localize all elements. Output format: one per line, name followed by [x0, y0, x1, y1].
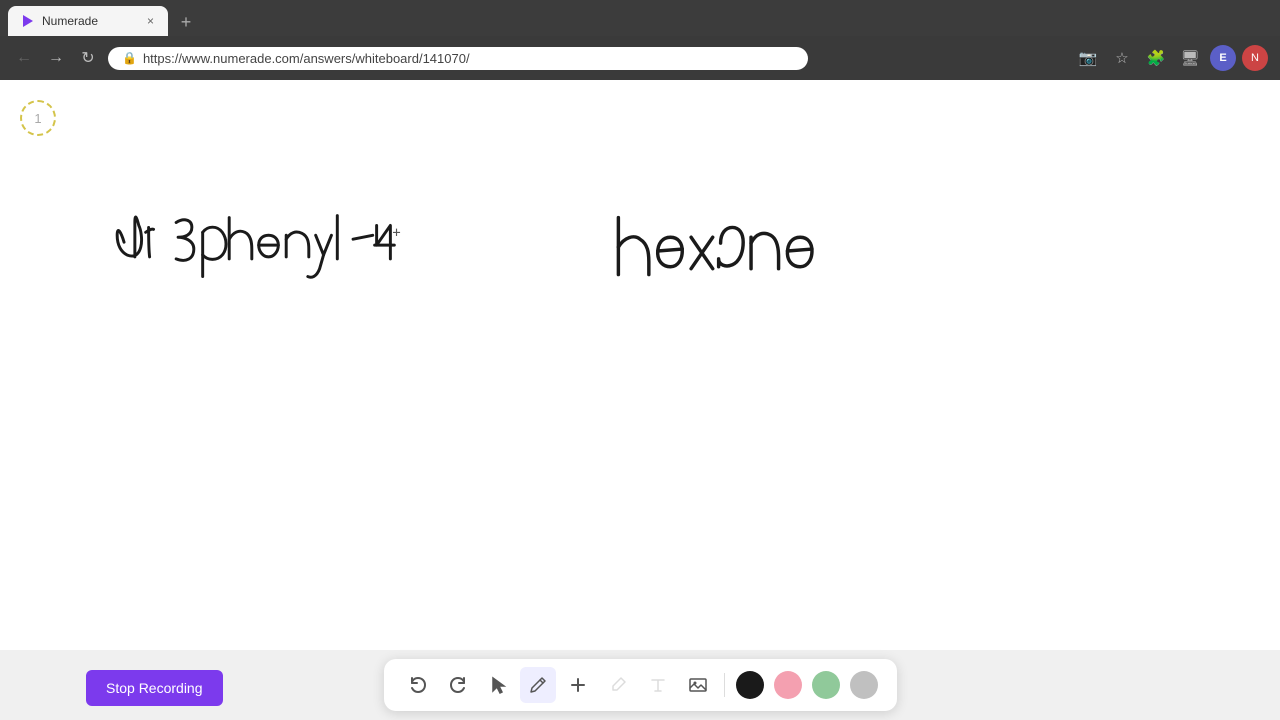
drawing-toolbar	[384, 659, 897, 711]
pen-tool-button[interactable]	[520, 667, 556, 703]
undo-button[interactable]	[400, 667, 436, 703]
tab-title: Numerade	[42, 14, 139, 28]
url-text: https://www.numerade.com/answers/whitebo…	[143, 51, 470, 66]
color-pink-button[interactable]	[774, 671, 802, 699]
tab-close-button[interactable]: ×	[145, 14, 156, 28]
address-bar: ← → ↻ 🔒 https://www.numerade.com/answers…	[0, 36, 1280, 80]
content-area: 1	[0, 80, 1280, 720]
browser-toolbar-right: 📷 ☆ 🧩 🖥 E N	[1074, 44, 1268, 72]
extension-button[interactable]: N	[1242, 45, 1268, 71]
svg-text:+: +	[392, 225, 400, 241]
tab-bar: Numerade × +	[0, 0, 1280, 36]
redo-button[interactable]	[440, 667, 476, 703]
select-tool-button[interactable]	[480, 667, 516, 703]
stop-recording-button[interactable]: Stop Recording	[86, 670, 223, 706]
color-black-button[interactable]	[736, 671, 764, 699]
display-icon[interactable]: 🖥	[1176, 44, 1204, 72]
extensions-icon[interactable]: 🧩	[1142, 44, 1170, 72]
new-tab-button[interactable]: +	[172, 8, 200, 36]
back-button[interactable]: ←	[12, 46, 36, 70]
toolbar-separator	[724, 673, 725, 697]
color-gray-button[interactable]	[850, 671, 878, 699]
highlighter-tool-button[interactable]	[600, 667, 636, 703]
color-green-button[interactable]	[812, 671, 840, 699]
image-tool-button[interactable]	[680, 667, 716, 703]
camera-icon[interactable]: 📷	[1074, 44, 1102, 72]
handwriting-canvas[interactable]: +	[0, 80, 1280, 650]
profile-button[interactable]: E	[1210, 45, 1236, 71]
text-tool-button[interactable]	[640, 667, 676, 703]
url-bar[interactable]: 🔒 https://www.numerade.com/answers/white…	[108, 47, 808, 70]
forward-button[interactable]: →	[44, 46, 68, 70]
whiteboard[interactable]: 1	[0, 80, 1280, 650]
tab-favicon	[20, 13, 36, 29]
browser-frame: Numerade × + ← → ↻ 🔒 https://www.numerad…	[0, 0, 1280, 720]
bookmark-icon[interactable]: ☆	[1108, 44, 1136, 72]
bottom-bar: Stop Recording	[0, 650, 1280, 720]
active-tab[interactable]: Numerade ×	[8, 6, 168, 36]
refresh-button[interactable]: ↻	[76, 46, 100, 70]
add-tool-button[interactable]	[560, 667, 596, 703]
lock-icon: 🔒	[122, 51, 137, 65]
